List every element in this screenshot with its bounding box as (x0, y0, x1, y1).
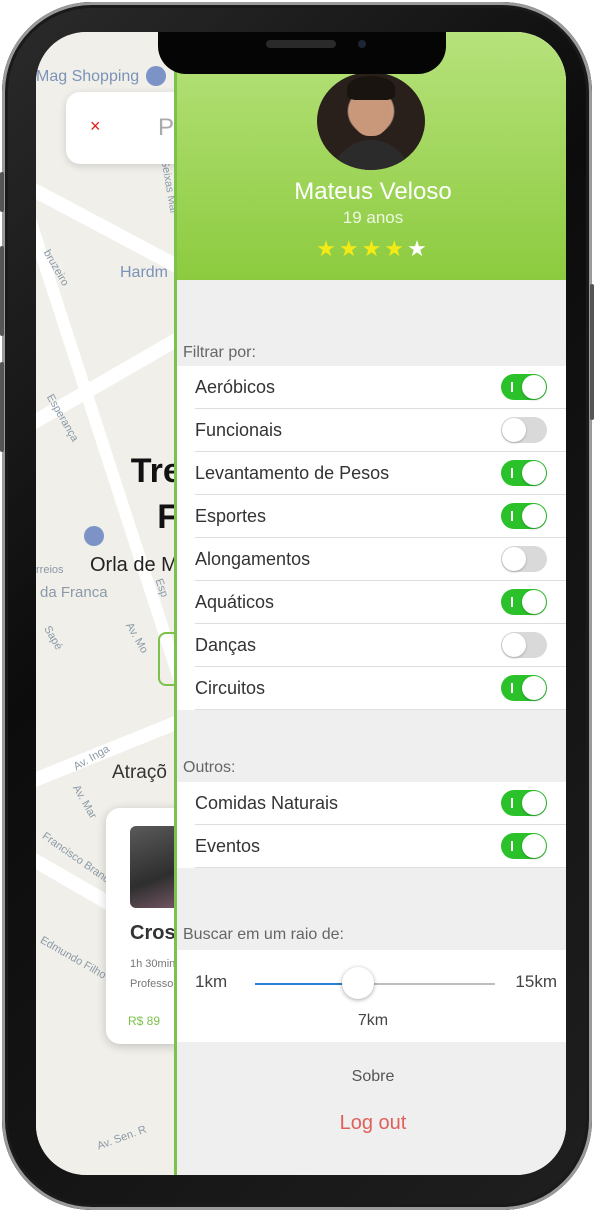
filter-row[interactable]: Aquáticos (195, 581, 566, 624)
activity-card-duration: 1h 30min (130, 958, 176, 970)
toggle-knob (502, 633, 526, 657)
filter-toggle[interactable] (501, 833, 547, 859)
toggle-on-mark (511, 683, 513, 693)
star-icon: ★ (407, 236, 430, 261)
user-age: 19 anos (342, 208, 404, 227)
filter-row[interactable]: Levantamento de Pesos (195, 452, 566, 495)
radius-slider-panel: 1km 15km 7km (177, 950, 566, 1042)
activity-card-title: Cros (130, 922, 176, 944)
street-label: Av. Sen. R (95, 1123, 149, 1153)
filter-row[interactable]: Danças (195, 624, 566, 667)
others-list: Comidas Naturais Eventos (177, 782, 566, 868)
filter-row[interactable]: Circuitos (195, 667, 566, 710)
toggle-on-mark (511, 382, 513, 392)
avatar[interactable] (317, 72, 425, 170)
street-label: Av. Mar (70, 783, 99, 821)
toggle-knob (502, 547, 526, 571)
street-label: da Franca (40, 584, 108, 601)
toggle-knob (522, 834, 546, 858)
screen: Mag Shopping Hardm Dr. Seixas Mai Espera… (36, 32, 566, 1175)
toggle-knob (522, 676, 546, 700)
speaker (266, 40, 336, 48)
about-link[interactable]: Sobre (177, 1068, 566, 1086)
radius-heading: Buscar em um raio de: (183, 926, 344, 943)
activity-card-price: R$ 89 (128, 1014, 161, 1028)
filter-toggle[interactable] (501, 503, 547, 529)
toggle-knob (522, 590, 546, 614)
filter-row[interactable]: Funcionais (195, 409, 566, 452)
filter-toggle[interactable] (501, 589, 547, 615)
map-place-label: Hardm (120, 264, 169, 281)
filter-label: Comidas Naturais (195, 793, 339, 813)
avatar-hair (347, 76, 395, 100)
toggle-knob (502, 418, 526, 442)
side-drawer: Mateus Veloso 19 anos ★★★★★ Filtrar por:… (174, 32, 566, 1175)
filter-row[interactable]: Esportes (195, 495, 566, 538)
filter-label: Levantamento de Pesos (195, 463, 390, 483)
toggle-knob (522, 461, 546, 485)
map-place-shopping: Mag Shopping (36, 68, 140, 85)
filter-toggle[interactable] (501, 374, 547, 400)
toggle-knob (522, 791, 546, 815)
filter-label: Aquáticos (195, 592, 275, 612)
filter-label: Danças (195, 635, 257, 655)
filter-row[interactable]: Comidas Naturais (195, 782, 566, 825)
power-button (590, 284, 594, 420)
toggle-on-mark (511, 468, 513, 478)
street-label: Edmundo Filho (37, 934, 109, 982)
radius-slider-track[interactable] (255, 983, 495, 985)
filter-row[interactable]: Aeróbicos (195, 366, 566, 409)
toggle-knob (522, 375, 546, 399)
filter-label: Aeróbicos (195, 377, 276, 397)
star-icon: ★ (338, 236, 362, 261)
filter-toggle[interactable] (501, 460, 547, 486)
notch (158, 32, 446, 74)
user-name: Mateus Veloso (294, 178, 452, 205)
filter-row[interactable]: Alongamentos (195, 538, 566, 581)
volume-up-button (0, 246, 4, 336)
filter-toggle[interactable] (501, 546, 547, 572)
star-icon: ★ (361, 236, 385, 261)
volume-down-button (0, 362, 4, 452)
front-camera (358, 40, 366, 48)
star-icon: ★ (316, 236, 339, 261)
toggle-on-mark (511, 511, 513, 521)
filter-label: Eventos (195, 836, 261, 856)
radius-slider-thumb[interactable] (341, 967, 374, 999)
filter-label: Funcionais (195, 420, 283, 440)
filter-list: Aeróbicos Funcionais Levantamento de Pesos… (177, 366, 566, 710)
toggle-on-mark (511, 798, 513, 808)
radius-min-label: 1km (195, 972, 228, 991)
filter-toggle[interactable] (501, 675, 547, 701)
filter-heading: Filtrar por: (183, 344, 256, 361)
street-label: Sapé (41, 623, 65, 653)
filter-label: Circuitos (195, 678, 266, 698)
star-icon: ★ (384, 236, 408, 261)
street-label: Av. Mo (123, 620, 151, 656)
radius-max-label: 15km (515, 972, 557, 991)
avatar-shirt (331, 140, 411, 170)
filter-toggle[interactable] (501, 632, 547, 658)
filter-row[interactable]: Eventos (195, 825, 566, 868)
toggle-on-mark (511, 597, 513, 607)
toggle-on-mark (511, 841, 513, 851)
activity-location: Orla de M (90, 554, 178, 576)
radius-value: 7km (357, 1012, 389, 1029)
toggle-knob (522, 504, 546, 528)
others-heading: Outros: (183, 759, 236, 776)
search-placeholder[interactable]: P (158, 114, 174, 142)
rating-stars: ★★★★★ (177, 236, 566, 262)
street-label: rreios (36, 564, 64, 576)
map-pin-icon (146, 66, 166, 86)
filter-toggle[interactable] (501, 790, 547, 816)
close-icon[interactable]: × (90, 116, 101, 137)
attractions-heading: Atraçõ (112, 762, 167, 783)
activity-card-instructor: Professo (130, 978, 174, 990)
logout-button[interactable]: Log out (177, 1112, 566, 1135)
phone-frame: Mag Shopping Hardm Dr. Seixas Mai Espera… (0, 2, 594, 1210)
filter-label: Alongamentos (195, 549, 311, 569)
filter-toggle[interactable] (501, 417, 547, 443)
filter-label: Esportes (195, 506, 267, 526)
silent-switch (0, 172, 4, 212)
